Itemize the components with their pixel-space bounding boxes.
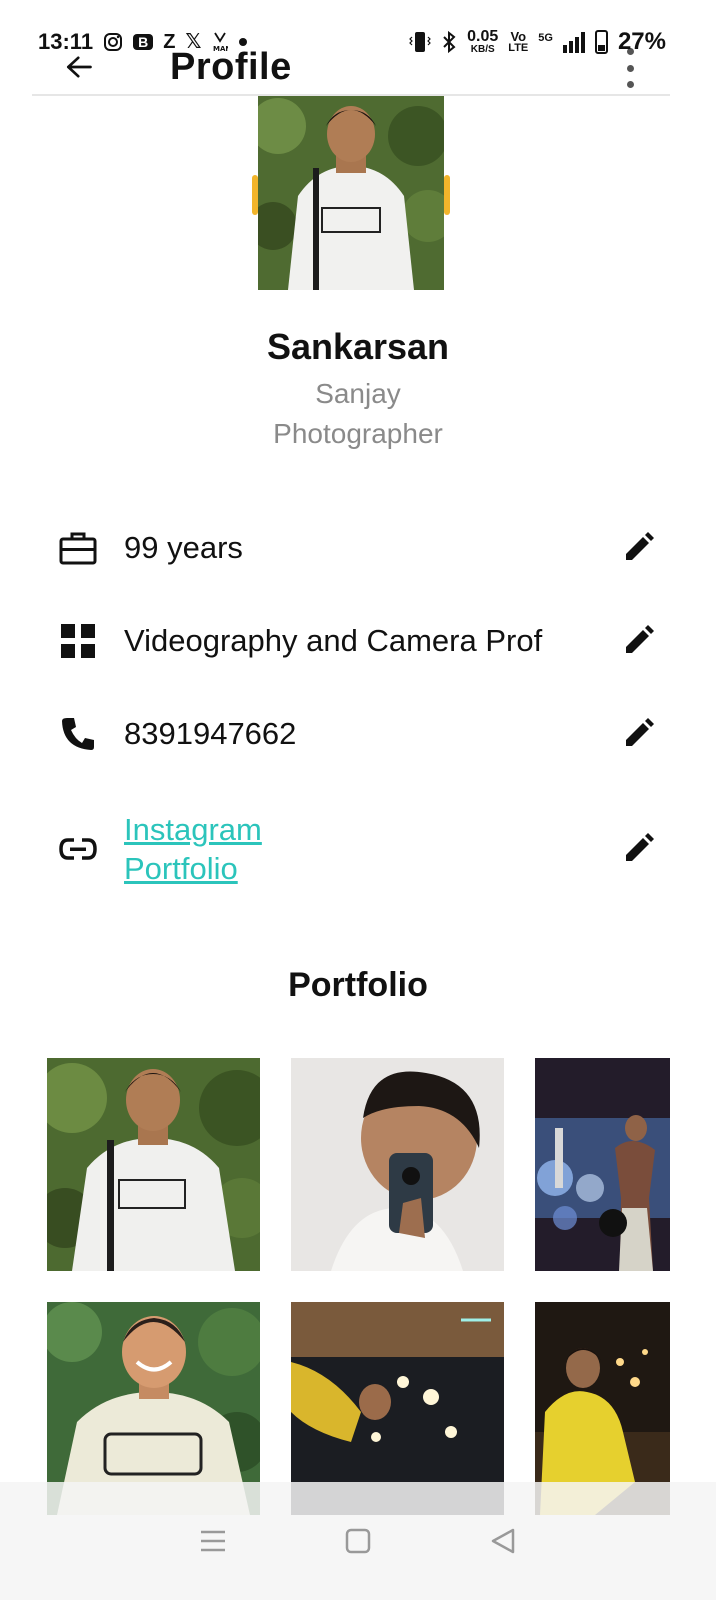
pencil-icon bbox=[626, 532, 654, 560]
phone-icon bbox=[58, 714, 98, 754]
more-dot-icon bbox=[626, 64, 634, 72]
edit-specialty-button[interactable] bbox=[618, 621, 658, 661]
portfolio-photo[interactable] bbox=[291, 1058, 504, 1271]
link-line-1: Instagram bbox=[124, 812, 262, 847]
pencil-icon bbox=[626, 833, 654, 861]
battery-icon bbox=[594, 30, 608, 54]
specialty-row: Videography and Camera Prof bbox=[58, 621, 658, 661]
menu-lines-icon bbox=[200, 1530, 225, 1552]
edit-experience-button[interactable] bbox=[618, 528, 658, 568]
edit-phone-button[interactable] bbox=[618, 714, 658, 754]
profile-avatar[interactable] bbox=[258, 96, 444, 290]
status-right: 0.05 KB/S Vo LTE 5G 27% bbox=[409, 28, 666, 56]
volte-badge: Vo LTE bbox=[508, 30, 528, 54]
z-icon: Z bbox=[163, 31, 176, 53]
portfolio-link[interactable]: Instagram Portfolio bbox=[124, 810, 618, 888]
phone-text: 8391947662 bbox=[124, 716, 297, 751]
experience-text: 99 years bbox=[124, 530, 243, 565]
battery-percent: 27% bbox=[617, 28, 666, 55]
profile-name: Sankarsan bbox=[266, 326, 450, 367]
grid-icon bbox=[58, 621, 98, 661]
link-line-2: Portfolio bbox=[124, 851, 238, 886]
more-dot-icon bbox=[626, 81, 634, 88]
edit-link-button[interactable] bbox=[618, 829, 658, 869]
system-nav-bar bbox=[0, 1482, 716, 1600]
signal-icon bbox=[562, 31, 585, 53]
network-speed-value: 0.05 bbox=[467, 28, 499, 45]
status-time: 13:11 bbox=[38, 29, 94, 54]
profile-screen: 13:11 B Z 𝕏 MAN 0.05 KB/S bbox=[0, 0, 716, 1600]
portfolio-photo[interactable] bbox=[535, 1058, 670, 1271]
status-left: 13:11 B Z 𝕏 MAN bbox=[38, 29, 248, 55]
portfolio-photo[interactable] bbox=[47, 1058, 260, 1271]
square-icon bbox=[345, 1528, 371, 1554]
network-speed: 0.05 KB/S bbox=[467, 29, 498, 55]
network-speed-unit: KB/S bbox=[470, 44, 495, 55]
phone-row: 8391947662 bbox=[58, 714, 658, 754]
network-type: 5G bbox=[538, 32, 553, 44]
b-app-icon: B bbox=[133, 34, 154, 50]
home-button[interactable] bbox=[333, 1516, 383, 1566]
recent-apps-button[interactable] bbox=[188, 1516, 238, 1566]
profile-role: Photographer bbox=[273, 418, 443, 449]
profile-subname: Sanjay bbox=[315, 378, 401, 409]
svg-text:MAN: MAN bbox=[213, 45, 228, 53]
system-back-button[interactable] bbox=[478, 1516, 528, 1566]
pencil-icon bbox=[626, 625, 654, 653]
link-row: Instagram Portfolio bbox=[58, 810, 658, 888]
volte-bottom: LTE bbox=[508, 42, 529, 54]
status-bar: 13:11 B Z 𝕏 MAN 0.05 KB/S bbox=[38, 22, 666, 62]
x-icon: 𝕏 bbox=[185, 31, 202, 53]
dot-icon bbox=[238, 37, 248, 47]
experience-row: 99 years bbox=[58, 528, 658, 568]
instagram-icon bbox=[103, 32, 123, 52]
vibrate-icon bbox=[409, 30, 432, 54]
avatar-ring bbox=[444, 175, 450, 215]
triangle-back-icon bbox=[492, 1528, 515, 1554]
bluetooth-icon bbox=[441, 30, 457, 54]
briefcase-icon bbox=[58, 528, 98, 568]
pencil-icon bbox=[626, 718, 654, 746]
specialty-text: Videography and Camera Prof bbox=[124, 623, 543, 658]
link-icon bbox=[58, 829, 98, 869]
man-icon: MAN bbox=[212, 31, 228, 53]
portfolio-title: Portfolio bbox=[288, 966, 428, 1004]
